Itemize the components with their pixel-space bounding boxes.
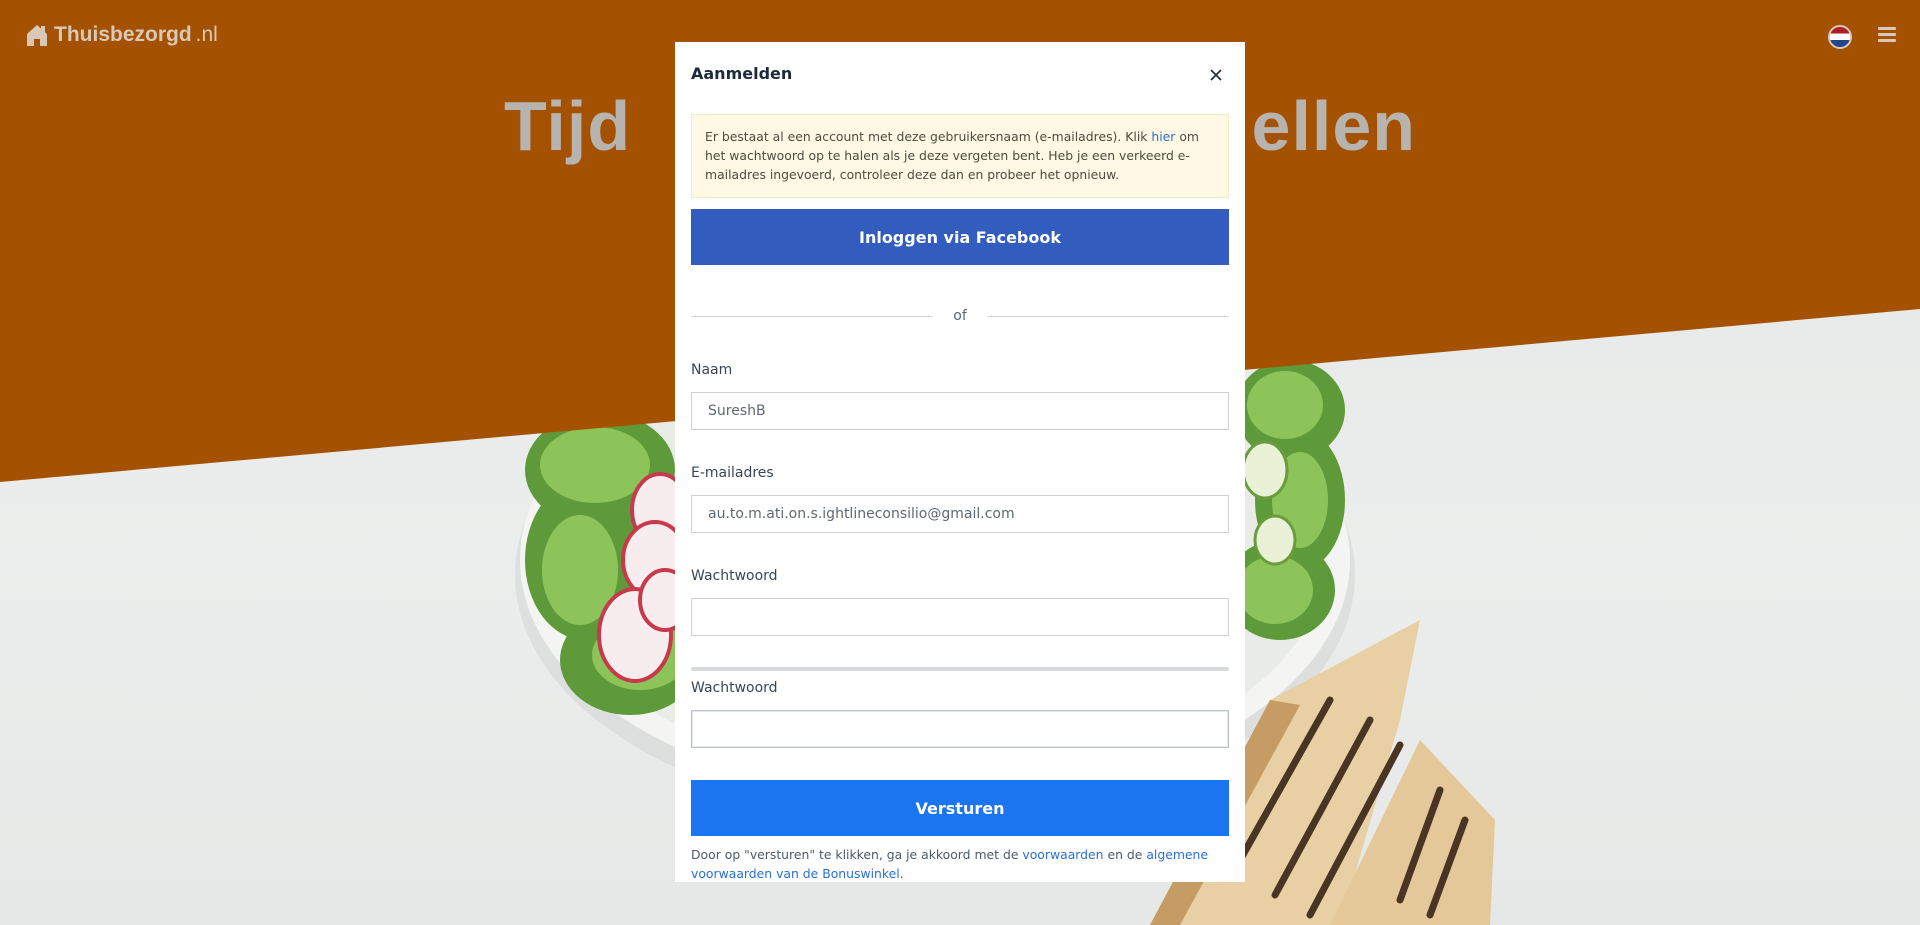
name-field[interactable] [691, 392, 1229, 430]
terms-text-before: Door op "versturen" te klikken, ga je ak… [691, 847, 1023, 862]
submit-button[interactable]: Versturen [691, 780, 1229, 836]
terms-text: Door op "versturen" te klikken, ga je ak… [691, 845, 1229, 883]
netherlands-flag-icon[interactable] [1828, 25, 1852, 49]
or-divider: of [691, 308, 1229, 324]
alert-text-before: Er bestaat al een account met deze gebru… [705, 129, 1152, 144]
recover-password-link[interactable]: hier [1151, 129, 1175, 144]
password-strength-bar [691, 667, 1229, 671]
email-label: E-mailadres [691, 465, 774, 481]
password-field[interactable] [691, 598, 1229, 636]
name-label: Naam [691, 362, 733, 378]
signup-modal: Aanmelden Er bestaat al een account met … [675, 42, 1245, 882]
thuisbezorgd-logo[interactable]: Thuisbezorgd .nl [24, 22, 218, 48]
account-exists-alert: Er bestaat al een account met deze gebru… [691, 114, 1229, 198]
terms-link[interactable]: voorwaarden [1022, 847, 1103, 862]
close-button[interactable] [1205, 64, 1227, 86]
logo-tld: .nl [195, 23, 218, 46]
logo-name: Thuisbezorgd [54, 23, 192, 46]
email-field[interactable] [691, 495, 1229, 533]
close-icon [1210, 69, 1222, 81]
terms-text-after: . [899, 866, 904, 881]
password-confirm-label: Wachtwoord [691, 680, 778, 696]
divider-line-right [987, 316, 1229, 317]
password-confirm-field[interactable] [691, 710, 1229, 748]
facebook-login-button[interactable]: Inloggen via Facebook [691, 209, 1229, 265]
house-logo-icon [27, 25, 47, 46]
hamburger-menu-icon[interactable] [1878, 27, 1896, 43]
modal-title: Aanmelden [691, 64, 793, 83]
password-label: Wachtwoord [691, 568, 778, 584]
terms-text-middle: en de [1103, 847, 1147, 862]
